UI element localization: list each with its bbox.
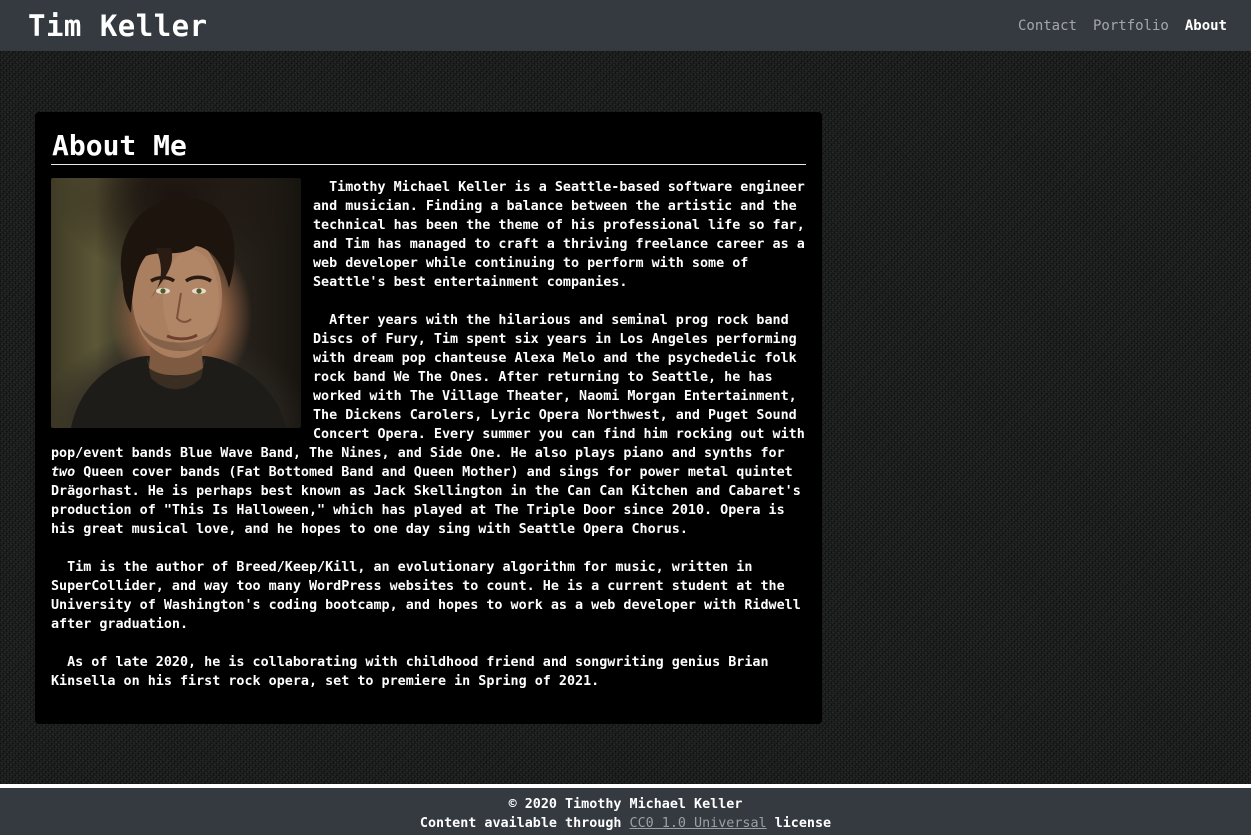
- top-navbar: Tim Keller Contact Portfolio About: [0, 0, 1251, 51]
- about-card: About Me Timothy Michael Keller is a Sea…: [35, 112, 822, 724]
- license-link[interactable]: CC0 1.0 Universal: [630, 816, 767, 831]
- brand-link[interactable]: Tim Keller: [28, 8, 208, 44]
- page-title: About Me: [51, 130, 806, 165]
- main-nav: Contact Portfolio About: [1018, 0, 1227, 51]
- nav-contact[interactable]: Contact: [1018, 18, 1077, 34]
- nav-about[interactable]: About: [1185, 18, 1227, 34]
- footer-copyright: © 2020 Timothy Michael Keller: [508, 797, 743, 812]
- nav-portfolio[interactable]: Portfolio: [1093, 18, 1169, 34]
- about-body: Timothy Michael Keller is a Seattle-base…: [51, 178, 806, 710]
- about-paragraph-4: As of late 2020, he is collaborating wit…: [51, 655, 769, 689]
- portrait-photo: [51, 178, 301, 428]
- portrait-illustration: [71, 197, 286, 428]
- about-paragraph-3: Tim is the author of Breed/Keep/Kill, an…: [51, 560, 801, 632]
- emphasis-two: two: [51, 465, 76, 480]
- page-footer: © 2020 Timothy Michael Keller Content av…: [0, 784, 1251, 835]
- footer-license: Content available through CC0 1.0 Univer…: [419, 816, 832, 831]
